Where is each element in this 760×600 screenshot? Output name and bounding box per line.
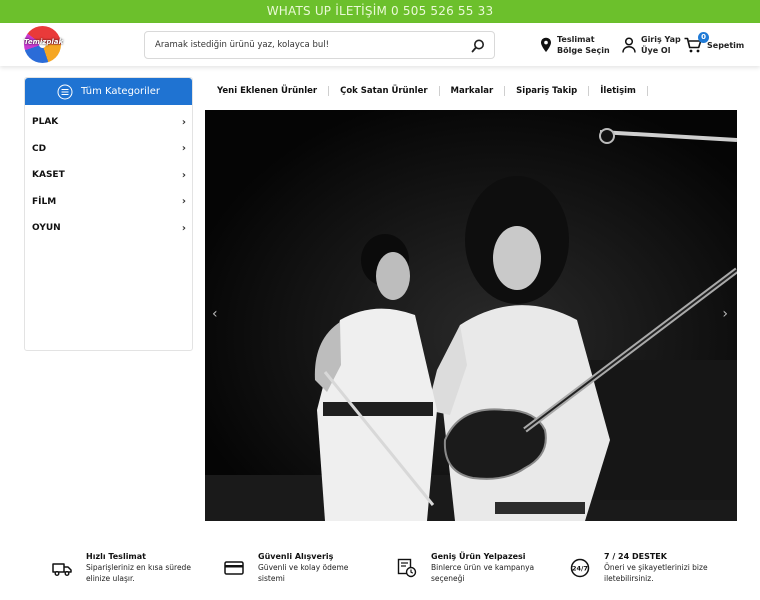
menu-icon	[57, 84, 73, 99]
register-link[interactable]: Üye Ol	[641, 45, 681, 56]
feature-desc-line: Öneri ve şikayetlerinizi bize	[604, 563, 708, 572]
chevron-right-icon: ›	[181, 222, 186, 234]
support-24-icon: 24/7	[570, 558, 590, 578]
account-menu[interactable]: Giriş Yap Üye Ol	[622, 32, 681, 58]
location-pin-icon	[541, 37, 551, 52]
slider-next-button[interactable]: ›	[722, 306, 728, 322]
chevron-right-icon: ›	[181, 143, 186, 155]
category-item-film[interactable]: FİLM ›	[25, 189, 192, 216]
feature-title: Hızlı Teslimat	[86, 552, 146, 561]
all-categories-label: Tüm Kategoriler	[81, 86, 160, 97]
nav-best-sellers[interactable]: Çok Satan Ürünler	[329, 86, 440, 96]
chevron-right-icon: ›	[181, 196, 186, 208]
search-input[interactable]	[155, 32, 455, 58]
chevron-right-icon: ›	[181, 116, 186, 128]
category-label: OYUN	[32, 223, 61, 234]
site-header: Temizplak Teslimat Bölge Seçin Giriş Yap…	[0, 23, 760, 66]
cart-label: Sepetim	[707, 40, 745, 50]
nav-order-tracking[interactable]: Sipariş Takip	[505, 86, 590, 96]
feature-support: 24/7 7 / 24 DESTEK Öneri ve şikayetlerin…	[570, 548, 708, 584]
card-icon	[224, 561, 244, 575]
cart-button[interactable]: 0 Sepetim	[684, 32, 744, 58]
category-label: PLAK	[32, 117, 59, 128]
feature-desc-line: seçeneği	[431, 573, 465, 583]
category-item-plak[interactable]: PLAK ›	[25, 109, 192, 136]
category-sidebar: Tüm Kategoriler PLAK › CD › KASET › FİLM › O…	[24, 77, 193, 351]
feature-desc-line: Binlerce ürün ve kampanya	[431, 563, 535, 572]
feature-title: Güvenli Alışveriş	[258, 552, 334, 561]
category-label: FİLM	[32, 196, 57, 207]
category-label: CD	[32, 143, 47, 154]
feature-strip: Hızlı Teslimat Siparişleriniz en kısa sü…	[0, 548, 760, 593]
user-icon	[622, 37, 636, 53]
region-select-label: Bölge Seçin	[557, 46, 610, 55]
box-clock-icon	[397, 558, 417, 578]
all-categories-header[interactable]: Tüm Kategoriler	[25, 78, 192, 105]
logo-text: Temizplak	[24, 38, 64, 46]
hero-slider[interactable]: ‹ ›	[205, 110, 737, 521]
feature-secure-shopping: Güvenli Alışveriş Güvenli ve kolay ödeme…	[224, 548, 348, 584]
login-link[interactable]: Giriş Yap	[641, 34, 681, 45]
category-list: PLAK › CD › KASET › FİLM › OYUN ›	[25, 105, 192, 242]
feature-title: 7 / 24 DESTEK	[604, 552, 667, 561]
cart-count-badge: 0	[698, 32, 709, 43]
feature-fast-delivery: Hızlı Teslimat Siparişleriniz en kısa sü…	[52, 548, 191, 584]
feature-title: Geniş Ürün Yelpazesi	[431, 552, 526, 561]
svg-text:24/7: 24/7	[572, 565, 588, 573]
search-icon[interactable]	[470, 38, 486, 54]
feature-desc-line: Güvenli ve kolay ödeme	[258, 563, 349, 572]
main-nav: Yeni Eklenen Ürünler Çok Satan Ürünler M…	[205, 84, 648, 98]
nav-brands[interactable]: Markalar	[440, 86, 506, 96]
feature-desc-line: iletebilirsiniz.	[604, 573, 654, 583]
promo-text: WHATS UP İLETİŞİM 0 505 526 55 33	[266, 4, 494, 18]
category-label: KASET	[32, 170, 65, 181]
category-item-cd[interactable]: CD ›	[25, 136, 192, 163]
truck-icon	[52, 563, 72, 576]
nav-new-arrivals[interactable]: Yeni Eklenen Ürünler	[205, 86, 330, 96]
hero-image	[205, 110, 737, 521]
delivery-region-selector[interactable]: Teslimat Bölge Seçin	[540, 32, 610, 58]
chevron-right-icon: ›	[181, 169, 186, 181]
feature-wide-range: Geniş Ürün Yelpazesi Binlerce ürün ve ka…	[397, 548, 534, 584]
category-item-kaset[interactable]: KASET ›	[25, 162, 192, 189]
feature-desc-line: Siparişleriniz en kısa sürede	[86, 563, 191, 572]
nav-contact[interactable]: İletişim	[589, 86, 648, 96]
search-bar	[144, 31, 495, 59]
delivery-label: Teslimat	[557, 35, 595, 44]
feature-desc-line: sistemi	[258, 573, 285, 583]
site-logo[interactable]: Temizplak	[24, 26, 64, 63]
category-item-oyun[interactable]: OYUN ›	[25, 215, 192, 242]
promo-bar: WHATS UP İLETİŞİM 0 505 526 55 33	[0, 0, 760, 23]
feature-desc-line: elinize ulaşır.	[86, 573, 135, 583]
slider-prev-button[interactable]: ‹	[212, 306, 218, 322]
